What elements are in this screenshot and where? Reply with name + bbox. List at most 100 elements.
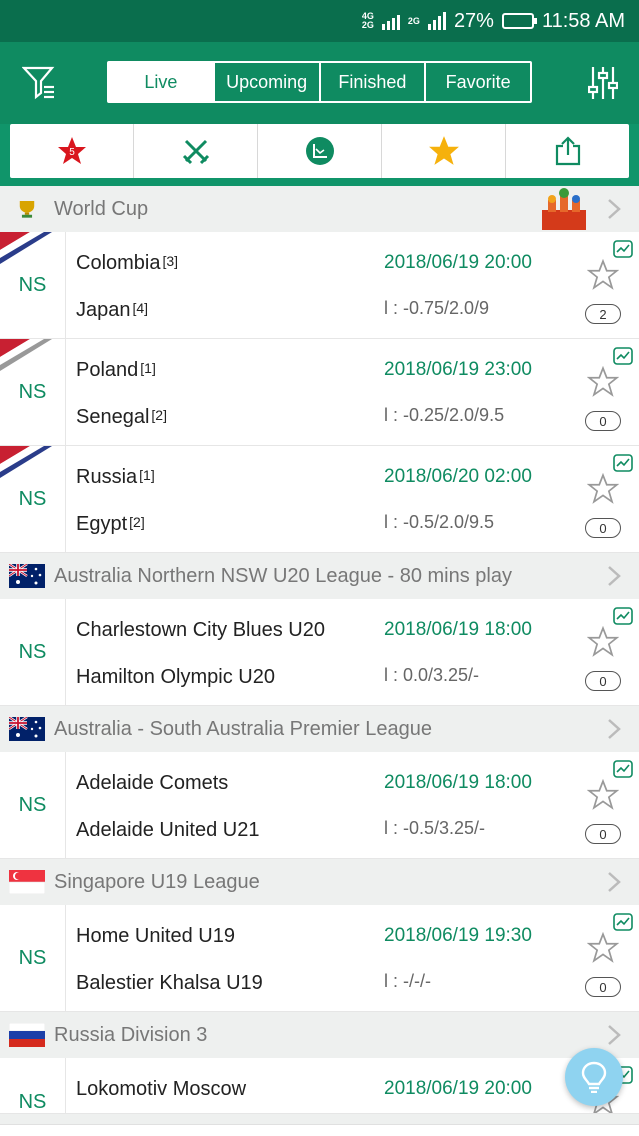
league-header[interactable]: World Cup: [0, 186, 639, 232]
star-outline-icon[interactable]: [587, 366, 619, 398]
league-header[interactable]: Australia - South Australia Premier Leag…: [0, 706, 639, 752]
signal-icon-2: [427, 12, 446, 30]
status-bar: 4G 2G 2G 27% 11:58 AM: [0, 0, 639, 42]
crossed-swords-icon: [182, 139, 209, 165]
match-time: 2018/06/19 18:00: [384, 619, 532, 640]
match-row[interactable]: NS Charlestown City Blues U20 Hamilton O…: [0, 599, 639, 706]
chevron-right-icon: [608, 199, 621, 219]
home-team: Lokomotiv Moscow: [76, 1078, 247, 1100]
league-name: Australia Northern NSW U20 League - 80 m…: [54, 564, 512, 587]
match-status: NS: [0, 339, 66, 446]
away-team: Egypt [2]: [76, 513, 145, 535]
hot-matches-button[interactable]: 5: [10, 124, 133, 178]
match-odds: l : -0.5/3.25/-: [384, 818, 486, 838]
match-time: 2018/06/19 18:00: [384, 772, 532, 793]
comment-count: 0: [585, 977, 621, 997]
trend-chart-icon[interactable]: [613, 607, 633, 625]
star-outline-icon[interactable]: [587, 626, 619, 658]
match-row[interactable]: NS Adelaide Comets Adelaide United U21 2…: [0, 752, 639, 859]
comment-count: 2: [585, 304, 621, 324]
network-type: 4G 2G: [361, 11, 374, 30]
match-status: NS: [0, 1058, 66, 1113]
star-outline-icon[interactable]: [587, 779, 619, 811]
comment-count: 0: [585, 518, 621, 538]
league-header[interactable]: Australia Northern NSW U20 League - 80 m…: [0, 553, 639, 599]
versus-button[interactable]: [133, 124, 257, 178]
chevron-right-icon: [608, 1025, 621, 1045]
match-row[interactable]: NS Lokomotiv Moscow 2018/06/19 20:00: [0, 1058, 639, 1114]
stats-button[interactable]: [257, 124, 381, 178]
match-status: NS: [0, 752, 66, 859]
trend-chart-icon[interactable]: [613, 760, 633, 778]
match-row[interactable]: NS Home United U19 Balestier Khalsa U19 …: [0, 905, 639, 1012]
favorites-button[interactable]: [381, 124, 505, 178]
clock: 11:58 AM: [541, 9, 625, 32]
red-star-icon: 5: [57, 137, 86, 164]
home-team: Poland [1]: [76, 359, 156, 381]
home-team: Home United U19: [76, 925, 235, 947]
toolbar: 5: [10, 124, 629, 178]
match-odds: l : -0.75/2.0/9: [384, 298, 490, 318]
tab-finished[interactable]: Finished: [318, 63, 425, 101]
league-name: World Cup: [54, 197, 149, 220]
home-team: Russia [1]: [76, 466, 155, 488]
home-team: Adelaide Comets: [76, 772, 229, 794]
signal-icon: [381, 12, 400, 30]
league-name: Australia - South Australia Premier Leag…: [54, 717, 432, 740]
away-team: Japan [4]: [76, 299, 149, 321]
settings-sliders-icon[interactable]: [578, 58, 628, 108]
tab-live[interactable]: Live: [109, 63, 213, 101]
share-icon: [555, 136, 580, 166]
trend-chart-icon[interactable]: [613, 454, 633, 472]
match-time: 2018/06/19 19:30: [384, 925, 532, 946]
away-team: Hamilton Olympic U20: [76, 666, 275, 688]
match-time: 2018/06/19 23:00: [384, 359, 532, 380]
league-header[interactable]: Russia Division 3: [0, 1012, 639, 1058]
match-row[interactable]: NS Colombia [3] Japan [4] 2018/06/19 20:00…: [0, 232, 639, 339]
match-time: 2018/06/19 20:00: [384, 252, 532, 273]
league-header[interactable]: Singapore U19 League: [0, 859, 639, 905]
match-status: NS: [0, 599, 66, 706]
trend-chart-icon[interactable]: [613, 347, 633, 365]
share-button[interactable]: [505, 124, 629, 178]
match-status: NS: [0, 232, 66, 339]
match-odds: l : -0.5/2.0/9.5: [384, 512, 495, 532]
filter-icon[interactable]: [14, 58, 64, 108]
home-team: Charlestown City Blues U20: [76, 619, 325, 641]
star-outline-icon[interactable]: [587, 932, 619, 964]
match-time: 2018/06/20 02:00: [384, 466, 532, 487]
match-tabs: Live Upcoming Finished Favorite: [107, 61, 532, 103]
chevron-right-icon: [608, 719, 621, 739]
tab-favorite[interactable]: Favorite: [424, 63, 530, 101]
header: Live Upcoming Finished Favorite: [0, 42, 639, 124]
match-odds: l : -/-/-: [384, 971, 431, 991]
australia-flag-icon: [9, 717, 45, 741]
toolbar-wrap: 5: [0, 124, 639, 186]
comment-count: 0: [585, 824, 621, 844]
tab-upcoming[interactable]: Upcoming: [212, 63, 319, 101]
gold-star-icon: [428, 136, 459, 165]
russia-flag-icon: [9, 1023, 45, 1047]
comment-count: 0: [585, 671, 621, 691]
comment-count: 0: [585, 411, 621, 431]
star-outline-icon[interactable]: [587, 259, 619, 291]
trophy-icon: [19, 201, 35, 218]
singapore-flag-icon: [9, 870, 45, 894]
away-team: Balestier Khalsa U19: [76, 972, 263, 994]
match-row[interactable]: NS Russia [1] Egypt [2] 2018/06/20 02:00 l…: [0, 446, 639, 553]
league-name: Singapore U19 League: [54, 870, 260, 893]
bottom-bar-edge: [0, 1124, 639, 1136]
match-odds: l : -0.25/2.0/9.5: [384, 405, 505, 425]
australia-flag-icon: [9, 564, 45, 588]
chevron-right-icon: [608, 566, 621, 586]
match-row[interactable]: NS Poland [1] Senegal [2] 2018/06/19 23:00…: [0, 339, 639, 446]
trend-chart-icon[interactable]: [613, 240, 633, 258]
away-team: Senegal [2]: [76, 406, 167, 428]
chevron-right-icon: [608, 872, 621, 892]
match-status: NS: [0, 446, 66, 553]
tips-button[interactable]: [565, 1048, 623, 1106]
kremlin-icon: [542, 188, 586, 230]
chart-circle-icon: [305, 137, 334, 165]
trend-chart-icon[interactable]: [613, 913, 633, 931]
star-outline-icon[interactable]: [587, 473, 619, 505]
